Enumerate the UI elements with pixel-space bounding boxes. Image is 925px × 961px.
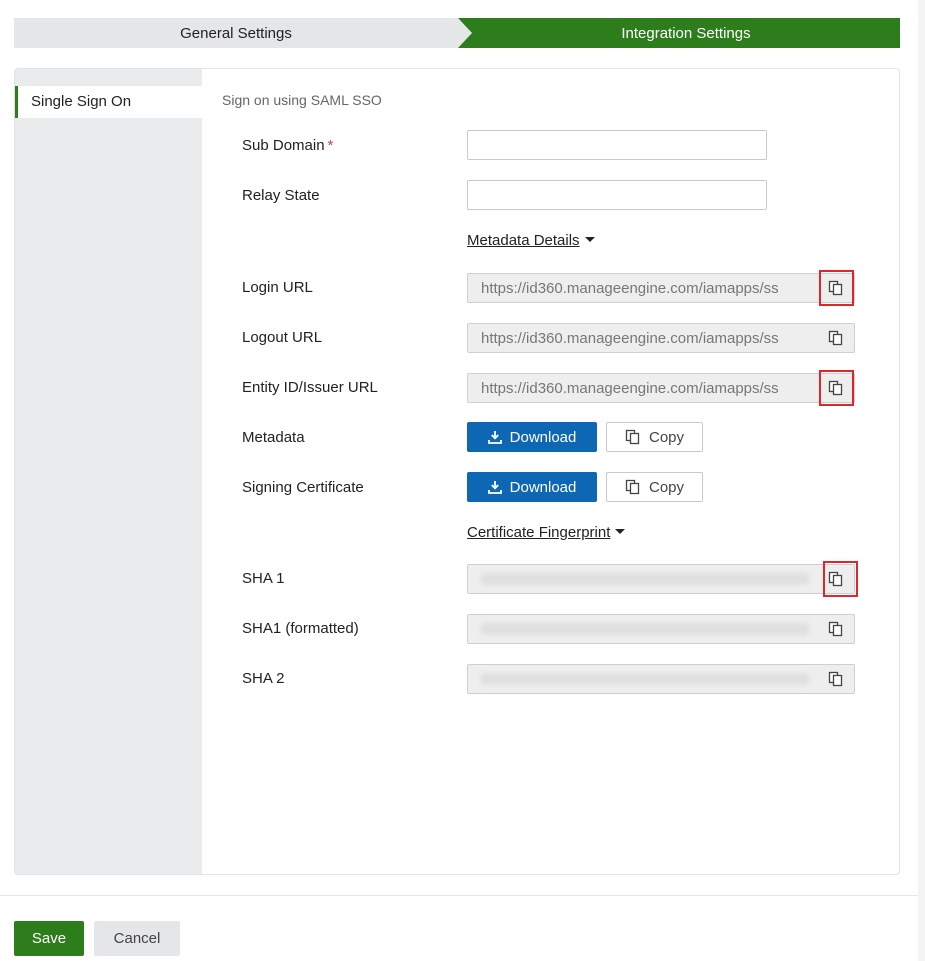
copy-icon bbox=[625, 479, 640, 495]
copy-icon[interactable] bbox=[817, 665, 854, 693]
redacted-value bbox=[480, 673, 810, 685]
certificate-download-button[interactable]: Download bbox=[467, 472, 597, 502]
logout-url-field[interactable]: https://id360.manageengine.com/iamapps/s… bbox=[467, 323, 855, 353]
sub-domain-input[interactable] bbox=[467, 130, 767, 160]
sha2-field[interactable] bbox=[467, 664, 855, 694]
entity-id-label: Entity ID/Issuer URL bbox=[242, 379, 378, 396]
sha1-formatted-field[interactable] bbox=[467, 614, 855, 644]
relay-state-label: Relay State bbox=[242, 187, 320, 204]
relay-state-input[interactable] bbox=[467, 180, 767, 210]
caret-down-icon bbox=[615, 529, 626, 534]
copy-icon[interactable] bbox=[817, 324, 854, 352]
sub-domain-label: Sub Domain * bbox=[242, 137, 334, 154]
login-url-field[interactable]: https://id360.manageengine.com/iamapps/s… bbox=[467, 273, 855, 303]
section-title: Sign on using SAML SSO bbox=[222, 92, 382, 108]
logout-url-value: https://id360.manageengine.com/iamapps/s… bbox=[481, 330, 779, 347]
sidebar-item-single-sign-on[interactable]: Single Sign On bbox=[15, 86, 202, 118]
login-url-value: https://id360.manageengine.com/iamapps/s… bbox=[481, 280, 779, 297]
caret-down-icon bbox=[584, 237, 595, 242]
download-icon bbox=[487, 431, 502, 444]
logout-url-label: Logout URL bbox=[242, 329, 323, 346]
download-icon bbox=[487, 481, 502, 494]
metadata-details-toggle[interactable]: Metadata Details bbox=[467, 232, 595, 250]
save-button[interactable]: Save bbox=[14, 921, 84, 956]
sidebar: Single Sign On bbox=[15, 69, 202, 874]
step-label: Integration Settings bbox=[621, 25, 751, 42]
entity-id-value: https://id360.manageengine.com/iamapps/s… bbox=[481, 380, 779, 397]
signing-certificate-label: Signing Certificate bbox=[242, 479, 364, 496]
sha2-label: SHA 2 bbox=[242, 670, 285, 687]
step-label: General Settings bbox=[180, 25, 292, 42]
metadata-download-button[interactable]: Download bbox=[467, 422, 597, 452]
footer-divider bbox=[0, 895, 918, 896]
wizard-steps: General Settings Integration Settings bbox=[14, 18, 900, 48]
step-integration-settings[interactable]: Integration Settings bbox=[458, 18, 900, 48]
copy-icon[interactable] bbox=[817, 565, 854, 593]
cancel-button[interactable]: Cancel bbox=[94, 921, 180, 956]
certificate-copy-button[interactable]: Copy bbox=[606, 472, 703, 502]
login-url-label: Login URL bbox=[242, 279, 313, 296]
redacted-value bbox=[480, 623, 810, 635]
copy-icon bbox=[625, 429, 640, 445]
copy-icon[interactable] bbox=[817, 374, 854, 402]
settings-card: Single Sign On Sign on using SAML SSO Su… bbox=[14, 68, 900, 875]
sha1-label: SHA 1 bbox=[242, 570, 285, 587]
step-general-settings[interactable]: General Settings bbox=[14, 18, 472, 48]
copy-icon[interactable] bbox=[817, 615, 854, 643]
copy-icon[interactable] bbox=[817, 274, 854, 302]
sha1-field[interactable] bbox=[467, 564, 855, 594]
entity-id-field[interactable]: https://id360.manageengine.com/iamapps/s… bbox=[467, 373, 855, 403]
metadata-label: Metadata bbox=[242, 429, 305, 446]
metadata-copy-button[interactable]: Copy bbox=[606, 422, 703, 452]
required-mark: * bbox=[327, 137, 334, 154]
redacted-value bbox=[480, 573, 810, 585]
certificate-fingerprint-toggle[interactable]: Certificate Fingerprint bbox=[467, 524, 626, 542]
sha1-formatted-label: SHA1 (formatted) bbox=[242, 620, 359, 637]
scroll-gutter bbox=[918, 0, 925, 961]
